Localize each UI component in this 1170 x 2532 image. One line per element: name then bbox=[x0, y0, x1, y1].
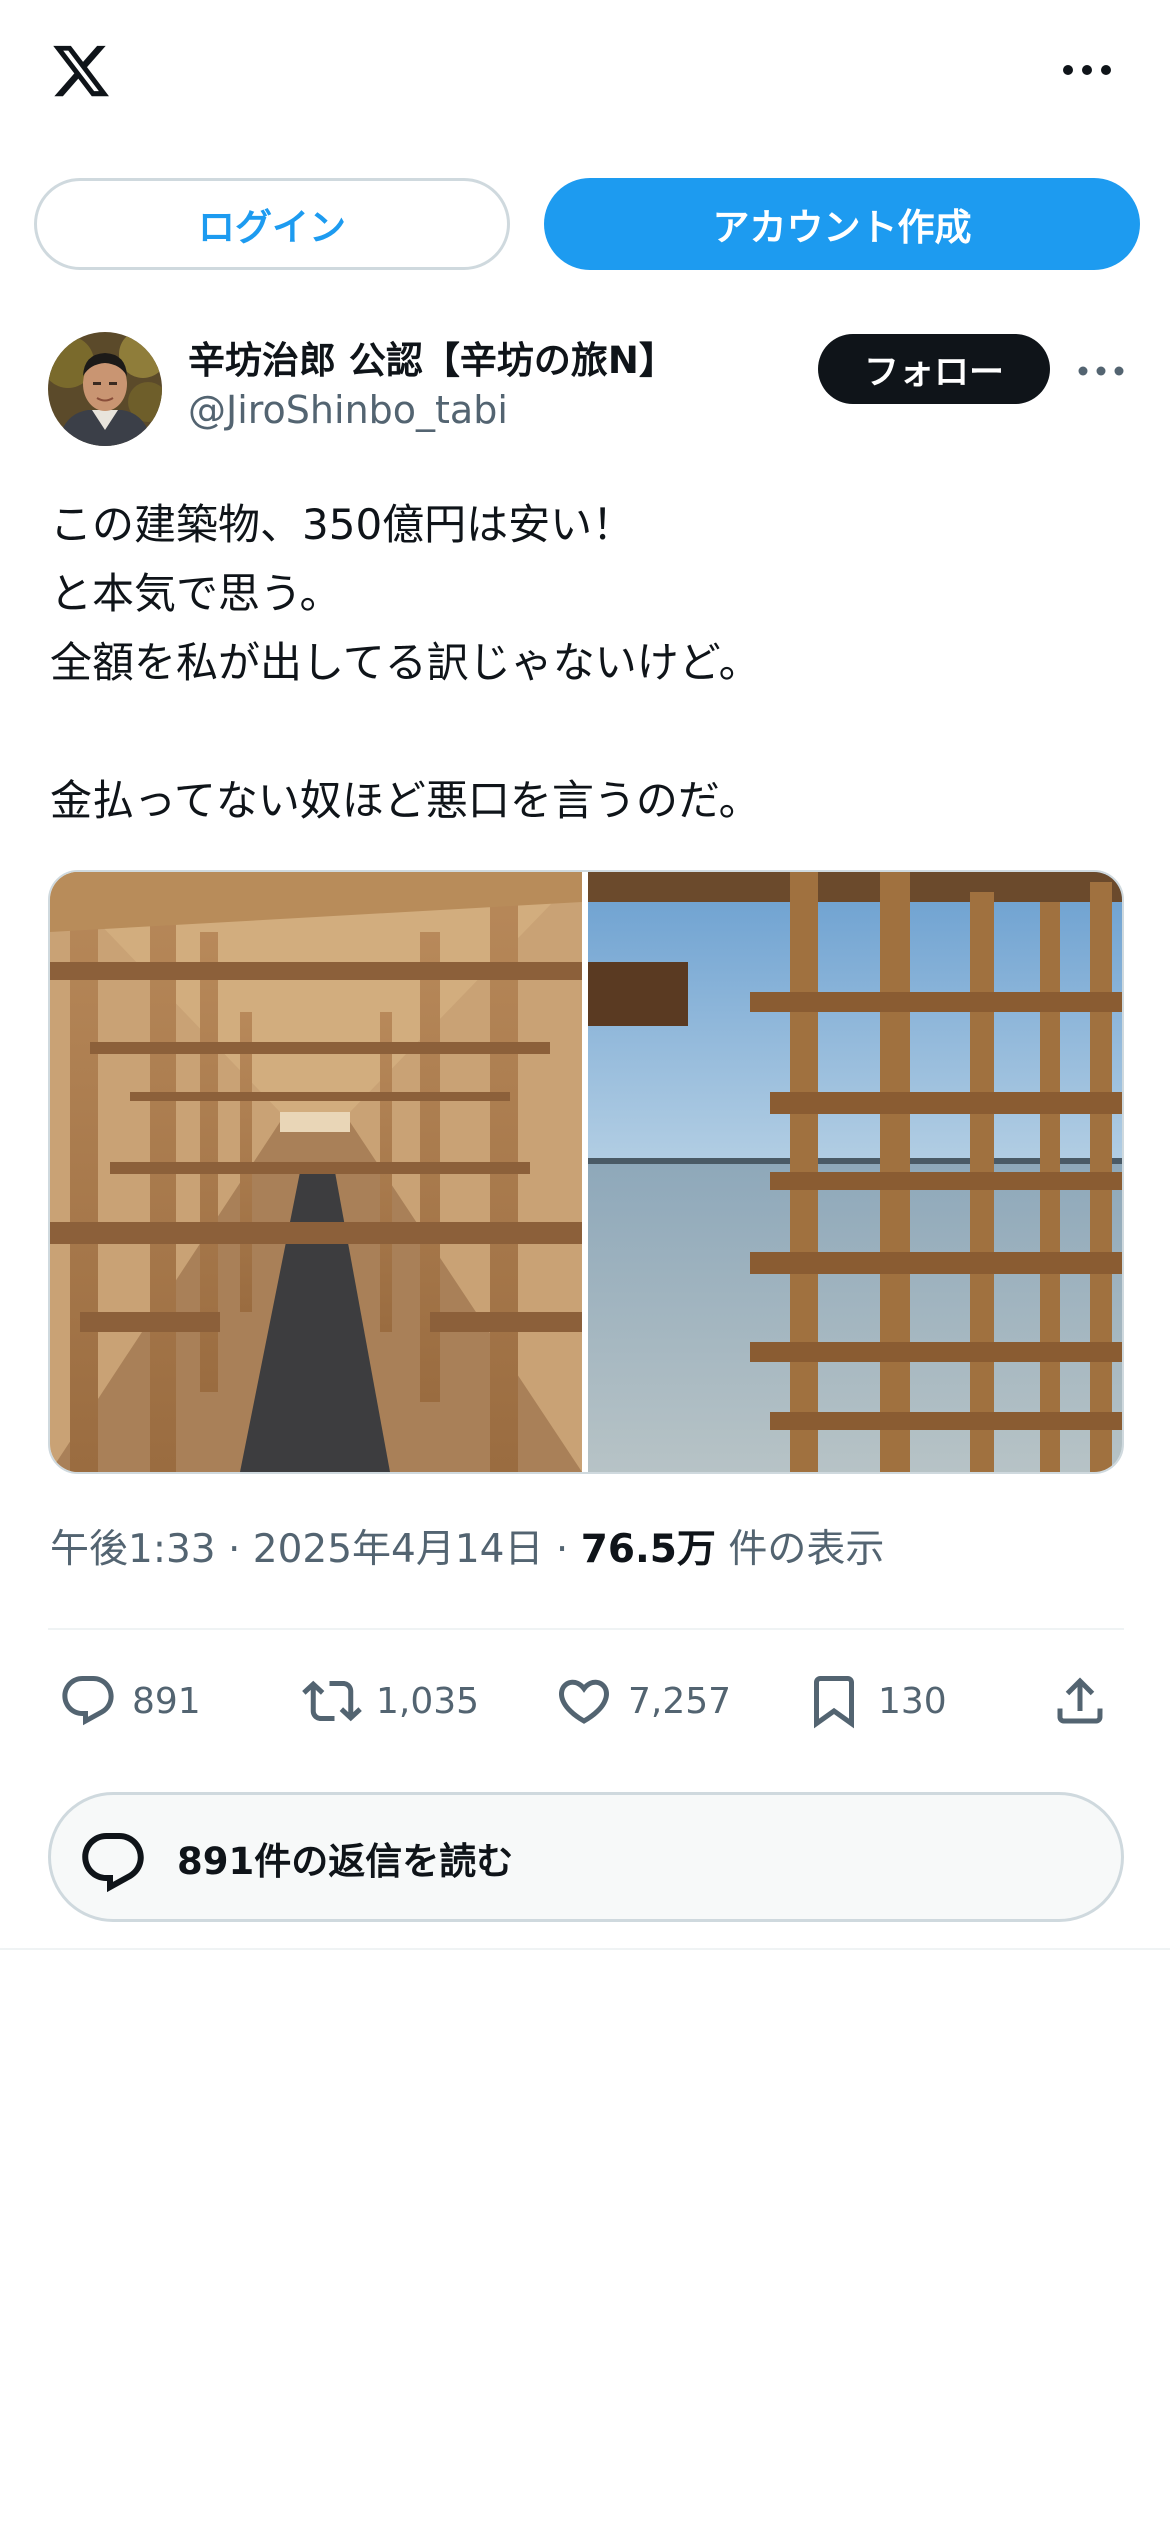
top-bar bbox=[0, 0, 1170, 150]
like-count: 7,257 bbox=[628, 1680, 732, 1722]
tweet-author: 辛坊治郎 公認【辛坊の旅N】 @JiroShinbo_tabi フォロー bbox=[0, 330, 1170, 450]
tweet-time[interactable]: 午後1:33 bbox=[50, 1527, 216, 1572]
tweet-text: この建築物、350億円は安い！ と本気で思う。 全額を私が出してる訳じゃないけど… bbox=[50, 490, 1130, 835]
tweet-text-line bbox=[50, 697, 1130, 766]
signup-button[interactable]: アカウント作成 bbox=[544, 178, 1140, 270]
more-horizontal-icon[interactable] bbox=[1062, 60, 1112, 80]
view-count: 76.5万 bbox=[580, 1527, 716, 1572]
bookmark-count: 130 bbox=[878, 1680, 947, 1722]
divider bbox=[0, 1948, 1170, 1950]
reply-icon bbox=[82, 1833, 144, 1893]
read-replies-label: 891件の返信を読む bbox=[177, 1840, 514, 1883]
photo-sea-view[interactable] bbox=[588, 872, 1122, 1472]
share-button[interactable] bbox=[1050, 1664, 1124, 1738]
login-button[interactable]: ログイン bbox=[34, 178, 510, 270]
tweet-text-line: この建築物、350億円は安い！ bbox=[50, 500, 635, 549]
retweet-count: 1,035 bbox=[376, 1680, 480, 1722]
tweet-more-icon[interactable] bbox=[1078, 362, 1124, 380]
tweet-media bbox=[48, 870, 1124, 1474]
tweet-text-line: 金払ってない奴ほど悪口を言うのだ。 bbox=[50, 776, 761, 825]
read-replies-button[interactable]: 891件の返信を読む bbox=[48, 1792, 1124, 1922]
tweet-date[interactable]: 2025年4月14日 bbox=[253, 1527, 544, 1572]
retweet-button[interactable]: 1,035 bbox=[302, 1664, 479, 1738]
tweet-meta: 午後1:33 · 2025年4月14日 · 76.5万 件の表示 bbox=[50, 1518, 884, 1574]
tweet-text-line: と本気で思う。 bbox=[50, 569, 342, 618]
meta-separator: · bbox=[215, 1527, 253, 1572]
meta-separator: · bbox=[543, 1527, 581, 1572]
x-logo-icon[interactable] bbox=[48, 40, 114, 102]
view-count-label: 件の表示 bbox=[715, 1527, 885, 1572]
like-button[interactable]: 7,257 bbox=[554, 1664, 731, 1738]
user-handle[interactable]: @JiroShinbo_tabi bbox=[188, 388, 508, 432]
reply-button[interactable]: 891 bbox=[58, 1664, 201, 1738]
bookmark-icon bbox=[814, 1676, 854, 1729]
bookmark-button[interactable]: 130 bbox=[804, 1664, 947, 1738]
retweet-icon bbox=[302, 1680, 362, 1722]
divider bbox=[48, 1628, 1124, 1630]
tweet-text-line: 全額を私が出してる訳じゃないけど。 bbox=[50, 638, 761, 687]
reply-icon bbox=[62, 1676, 114, 1726]
display-name[interactable]: 辛坊治郎 公認【辛坊の旅N】 bbox=[188, 330, 676, 384]
follow-button[interactable]: フォロー bbox=[818, 334, 1050, 404]
heart-icon bbox=[558, 1679, 610, 1724]
photo-corridor[interactable] bbox=[50, 872, 582, 1472]
avatar[interactable] bbox=[48, 332, 162, 446]
share-icon bbox=[1057, 1677, 1103, 1724]
auth-buttons: ログイン アカウント作成 bbox=[0, 178, 1170, 270]
reply-count: 891 bbox=[132, 1680, 201, 1722]
tweet-actions: 891 1,035 7,257 130 bbox=[0, 1664, 1170, 1738]
